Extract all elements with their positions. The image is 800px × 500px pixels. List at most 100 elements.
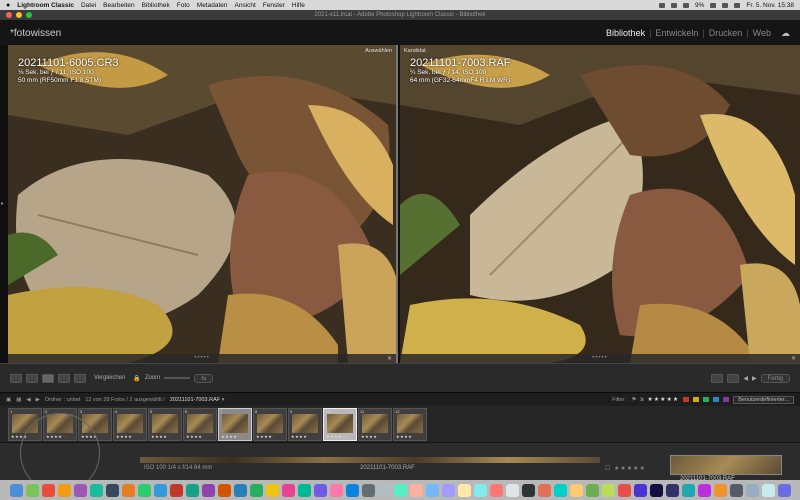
rating-filter[interactable]: ≥ ★★★★★ — [640, 396, 679, 403]
dock-app-icon[interactable] — [217, 483, 231, 497]
dock-app-icon[interactable] — [537, 483, 551, 497]
status-icon[interactable] — [659, 2, 666, 8]
dock-app-icon[interactable] — [377, 483, 391, 497]
dock-app-icon[interactable] — [713, 483, 727, 497]
module-bibliothek[interactable]: Bibliothek — [606, 28, 645, 38]
menu-app-name[interactable]: Lightroom Classic — [17, 2, 74, 9]
apple-menu-icon[interactable]: ● — [6, 2, 10, 9]
compare-view-button[interactable] — [42, 373, 54, 383]
dock-app-icon[interactable] — [41, 483, 55, 497]
dock-app-icon[interactable] — [761, 483, 775, 497]
filmstrip-thumbnail[interactable]: 6 ★★★★ — [183, 408, 217, 441]
menu-hilfe[interactable]: Hilfe — [292, 2, 305, 9]
next-arrow-icon[interactable]: ▶ — [752, 375, 757, 382]
dock-app-icon[interactable] — [553, 483, 567, 497]
dock-app-icon[interactable] — [25, 483, 39, 497]
color-label-purple[interactable] — [723, 397, 730, 402]
expand-left-panel-icon[interactable]: ▸ — [1, 200, 4, 207]
dock-app-icon[interactable] — [169, 483, 183, 497]
module-web[interactable]: Web — [753, 28, 771, 38]
dock-app-icon[interactable] — [57, 483, 71, 497]
wifi-icon[interactable] — [710, 2, 717, 8]
dock-app-icon[interactable] — [409, 483, 423, 497]
dock-app-icon[interactable] — [777, 483, 791, 497]
dock-app-icon[interactable] — [9, 483, 23, 497]
dock-app-icon[interactable] — [457, 483, 471, 497]
cloud-icon[interactable]: ☁ — [781, 28, 790, 39]
dock-app-icon[interactable] — [137, 483, 151, 497]
filmstrip-thumbnail[interactable]: 9 ★★★★ — [288, 408, 322, 441]
grid-icon[interactable]: ▦ — [16, 397, 21, 403]
dock-app-icon[interactable] — [489, 483, 503, 497]
dock-app-icon[interactable] — [569, 483, 583, 497]
control-center-icon[interactable] — [734, 2, 741, 8]
rating-stars[interactable]: ••••• — [592, 355, 608, 361]
dock-app-icon[interactable] — [361, 483, 375, 497]
close-window-button[interactable] — [6, 12, 12, 18]
search-icon[interactable] — [722, 2, 729, 8]
dock-app-icon[interactable] — [473, 483, 487, 497]
dock-app-icon[interactable] — [73, 483, 87, 497]
select-photo-panel[interactable]: Auswählen 20211101-6005.CR3 ⅛ Sek. bei ƒ… — [8, 45, 398, 363]
menu-bearbeiten[interactable]: Bearbeiten — [103, 2, 134, 9]
survey-view-button[interactable] — [58, 373, 70, 383]
dock-app-icon[interactable] — [185, 483, 199, 497]
menubar-clock[interactable]: Fr. 5. Nov. 15:38 — [746, 2, 794, 9]
dock-app-icon[interactable] — [649, 483, 663, 497]
dock-app-icon[interactable] — [697, 483, 711, 497]
dock-app-icon[interactable] — [617, 483, 631, 497]
grid-view-button[interactable] — [10, 373, 22, 383]
dock-app-icon[interactable] — [505, 483, 519, 497]
loupe-view-button[interactable] — [26, 373, 38, 383]
lock-icon[interactable]: 🔒 — [133, 375, 140, 382]
menu-bibliothek[interactable]: Bibliothek — [142, 2, 170, 9]
dock-app-icon[interactable] — [585, 483, 599, 497]
current-filename[interactable]: 20211101-7003.RAF ▾ — [170, 397, 225, 403]
dock-app-icon[interactable] — [105, 483, 119, 497]
dock-app-icon[interactable] — [633, 483, 647, 497]
rating-stars[interactable]: ••••• — [194, 355, 210, 361]
dock-app-icon[interactable] — [601, 483, 615, 497]
filmstrip-thumbnail[interactable]: 4 ★★★★ — [113, 408, 147, 441]
done-button[interactable]: Fertig — [760, 373, 790, 383]
flag-filter-icon[interactable]: ⚑ — [631, 397, 636, 403]
dock-app-icon[interactable] — [665, 483, 679, 497]
dock-app-icon[interactable] — [281, 483, 295, 497]
filmstrip-thumbnail[interactable]: 5 ★★★★ — [148, 408, 182, 441]
color-label-green[interactable] — [703, 397, 710, 402]
menu-foto[interactable]: Foto — [177, 2, 190, 9]
color-label-blue[interactable] — [713, 397, 720, 402]
dock-app-icon[interactable] — [521, 483, 535, 497]
people-view-button[interactable] — [74, 373, 86, 383]
menu-fenster[interactable]: Fenster — [263, 2, 285, 9]
filter-preset-dropdown[interactable]: Benutzerdefinierter... — [733, 395, 794, 404]
zoom-window-button[interactable] — [26, 12, 32, 18]
dock-app-icon[interactable] — [329, 483, 343, 497]
dock-app-icon[interactable] — [729, 483, 743, 497]
menu-datei[interactable]: Datei — [81, 2, 96, 9]
make-select-button[interactable] — [727, 373, 740, 383]
module-drucken[interactable]: Drucken — [709, 28, 743, 38]
filmstrip-source[interactable]: Ordner : unbet — [45, 397, 80, 403]
previous-arrow-icon[interactable]: ◀ — [743, 375, 748, 382]
swap-button[interactable] — [711, 373, 724, 383]
filmstrip-thumbnail[interactable]: 7 ★★★★ — [218, 408, 252, 441]
dock-app-icon[interactable] — [297, 483, 311, 497]
filmstrip-thumbnail[interactable]: 12 ★★★★ — [393, 408, 427, 441]
dock-app-icon[interactable] — [153, 483, 167, 497]
dock-app-icon[interactable] — [121, 483, 135, 497]
filmstrip-thumbnail[interactable]: 11 ★★★★ — [358, 408, 392, 441]
forward-arrow-icon[interactable]: ▶ — [36, 397, 40, 403]
zoom-slider[interactable] — [164, 377, 191, 379]
remove-photo-icon[interactable]: ✕ — [791, 355, 796, 362]
remove-photo-icon[interactable]: ✕ — [387, 355, 392, 362]
background-thumbnail[interactable] — [670, 455, 782, 475]
menu-ansicht[interactable]: Ansicht — [235, 2, 256, 9]
color-label-red[interactable] — [683, 397, 690, 402]
module-entwickeln[interactable]: Entwickeln — [655, 28, 698, 38]
status-icon[interactable] — [683, 2, 690, 8]
color-label-yellow[interactable] — [693, 397, 700, 402]
minimize-window-button[interactable] — [16, 12, 22, 18]
filmstrip-thumbnail[interactable]: 8 ★★★★ — [253, 408, 287, 441]
dock-app-icon[interactable] — [233, 483, 247, 497]
